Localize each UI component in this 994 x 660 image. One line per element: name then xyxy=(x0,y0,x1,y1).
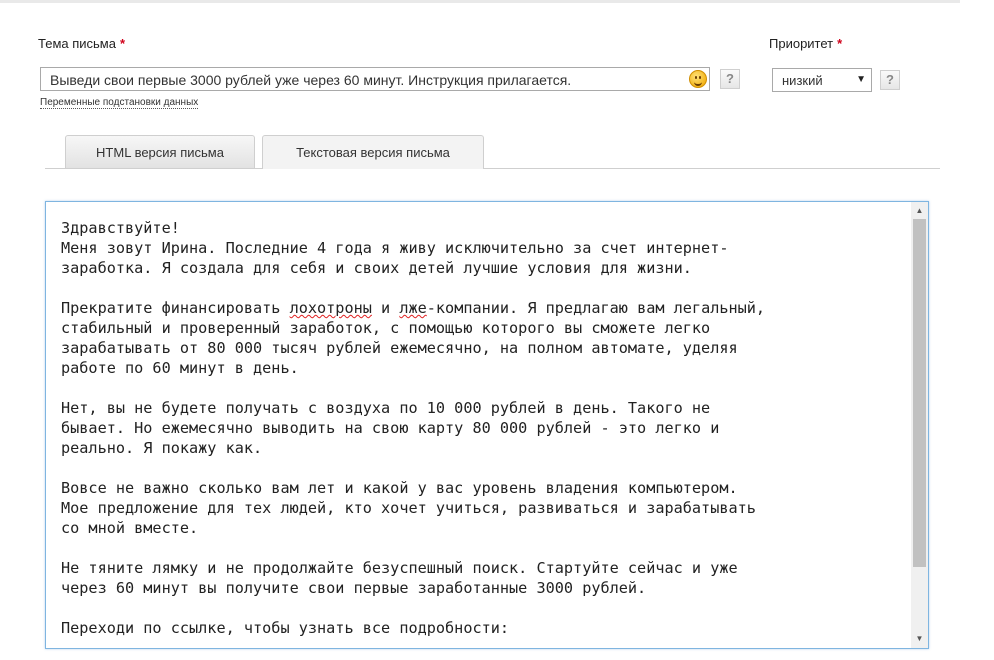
smiley-icon[interactable] xyxy=(689,70,707,88)
editor-line: Нет, вы не будете получать с воздуха по … xyxy=(61,399,711,417)
subject-help-button[interactable]: ? xyxy=(720,69,740,89)
editor-line: Прекратите финансировать лохотроны и лже… xyxy=(61,299,766,317)
help-icon: ? xyxy=(886,72,894,87)
subject-required-mark: * xyxy=(119,36,126,51)
scroll-up-icon[interactable]: ▲ xyxy=(911,204,928,218)
editor-scrollbar[interactable]: ▲ ▼ xyxy=(911,202,928,648)
tab-html-version-label: HTML версия письма xyxy=(96,145,224,160)
priority-select[interactable]: низкий ▼ xyxy=(772,68,872,92)
subject-input[interactable]: Выведи свои первые 3000 рублей уже через… xyxy=(40,67,710,91)
subject-label: Тема письма xyxy=(38,36,116,51)
editor-line: через 60 минут вы получите свои первые з… xyxy=(61,579,647,597)
editor-line: Меня зовут Ирина. Последние 4 года я жив… xyxy=(61,239,729,257)
priority-required-mark: * xyxy=(837,36,843,51)
editor-line: со мной вместе. xyxy=(61,519,199,537)
priority-label-group: Приоритет * xyxy=(769,36,842,51)
priority-select-value[interactable]: низкий xyxy=(782,73,823,88)
editor-line: зарабатывать от 80 000 тысяч рублей ежем… xyxy=(61,339,738,357)
priority-help-button[interactable]: ? xyxy=(880,70,900,90)
help-icon: ? xyxy=(726,71,734,86)
priority-label: Приоритет xyxy=(769,36,834,51)
spellcheck-mark: лохотроны xyxy=(289,299,372,317)
editor-line: заработка. Я создала для себя и своих де… xyxy=(61,259,692,277)
editor-line: стабильный и проверенный заработок, с по… xyxy=(61,319,711,337)
editor-line: Вовсе не важно сколько вам лет и какой у… xyxy=(61,479,738,497)
dropdown-caret-icon[interactable]: ▼ xyxy=(856,74,866,85)
editor-line: Здравствуйте! xyxy=(61,219,180,237)
editor-line: бывает. Но ежемесячно выводить на свою к… xyxy=(61,419,720,437)
editor-text[interactable]: Здравствуйте! Меня зовут Ирина. Последние… xyxy=(61,218,911,638)
tab-text-version[interactable]: Текстовая версия письма xyxy=(262,135,484,169)
text-version-editor[interactable]: Здравствуйте! Меня зовут Ирина. Последние… xyxy=(45,201,929,649)
editor-line: Переходи по ссылке, чтобы узнать все под… xyxy=(61,619,510,637)
tab-html-version[interactable]: HTML версия письма xyxy=(65,135,255,168)
subject-label-group: Тема письма * xyxy=(38,36,125,51)
editor-line: работе по 60 минут в день. xyxy=(61,359,299,377)
scroll-down-icon[interactable]: ▼ xyxy=(911,632,928,646)
editor-line: реально. Я покажу как. xyxy=(61,439,263,457)
tab-text-version-label: Текстовая версия письма xyxy=(296,145,450,160)
top-divider xyxy=(0,0,960,3)
editor-line: Мое предложение для тех людей, кто хочет… xyxy=(61,499,756,517)
editor-line: Не тяните лямку и не продолжайте безуспе… xyxy=(61,559,738,577)
subject-input-value[interactable]: Выведи свои первые 3000 рублей уже через… xyxy=(50,72,571,88)
scrollbar-thumb[interactable] xyxy=(913,219,926,567)
variables-link[interactable]: Переменные подстановки данных xyxy=(40,97,199,109)
spellcheck-mark: лже xyxy=(399,299,427,317)
